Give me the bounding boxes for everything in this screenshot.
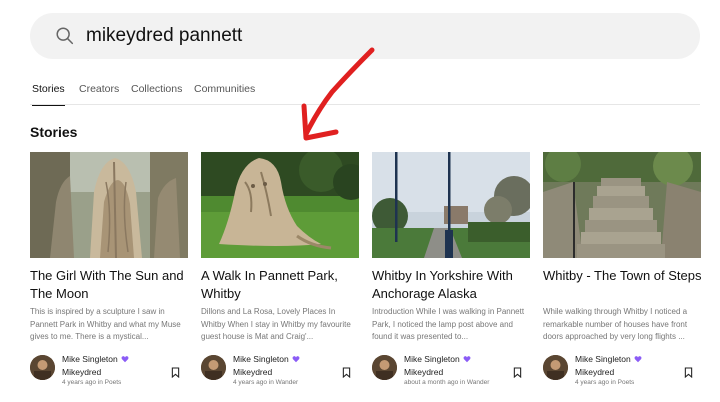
- park-path-lamp-post-image: [372, 152, 530, 258]
- story-excerpt: This is inspired by a sculpture I saw in…: [30, 307, 181, 342]
- heart-icon: [121, 356, 129, 363]
- story-card: Whitby - The Town of Steps While walking…: [543, 152, 701, 397]
- avatar[interactable]: [372, 355, 397, 380]
- story-meta: 4 years ago in Wander: [233, 379, 299, 386]
- search-tabs: Stories Creators Collections Communities: [30, 83, 700, 106]
- author-name[interactable]: Mike Singleton: [233, 354, 300, 364]
- story-title[interactable]: Whitby - The Town of Steps: [543, 267, 703, 285]
- avatar[interactable]: [543, 355, 568, 380]
- bookmark-icon[interactable]: [684, 367, 693, 378]
- tab-collections[interactable]: Collections: [131, 83, 182, 105]
- author-photo-image: [543, 355, 568, 380]
- author-row: Mike Singleton Mikeydred 4 years ago in …: [201, 353, 359, 389]
- story-title[interactable]: Whitby In Yorkshire With Anchorage Alask…: [372, 267, 532, 303]
- author-handle[interactable]: Mikeydred: [575, 367, 614, 377]
- story-meta: about a month ago in Wander: [404, 379, 490, 386]
- author-photo-image: [201, 355, 226, 380]
- search-icon: [56, 27, 74, 45]
- story-title[interactable]: The Girl With The Sun and The Moon: [30, 267, 190, 303]
- story-meta: 4 years ago in Poets: [575, 379, 635, 386]
- story-card: A Walk In Pannett Park, Whitby Dillons a…: [201, 152, 359, 397]
- story-thumbnail[interactable]: [30, 152, 188, 258]
- author-handle[interactable]: Mikeydred: [404, 367, 443, 377]
- avatar[interactable]: [201, 355, 226, 380]
- search-bar[interactable]: [30, 13, 700, 59]
- section-title: Stories: [30, 124, 78, 140]
- story-thumbnail[interactable]: [201, 152, 359, 258]
- author-name[interactable]: Mike Singleton: [404, 354, 471, 364]
- heart-icon: [292, 356, 300, 363]
- author-photo-image: [30, 355, 55, 380]
- author-row: Mike Singleton Mikeydred 4 years ago in …: [543, 353, 701, 389]
- story-meta: 4 years ago in Poets: [62, 379, 122, 386]
- story-excerpt: Dillons and La Rosa, Lovely Places In Wh…: [201, 307, 351, 342]
- author-photo-image: [372, 355, 397, 380]
- author-row: Mike Singleton Mikeydred about a month a…: [372, 353, 530, 389]
- wood-sculpture-image: [30, 152, 188, 258]
- story-card: The Girl With The Sun and The Moon This …: [30, 152, 188, 397]
- heart-icon: [634, 356, 642, 363]
- search-input[interactable]: [86, 22, 666, 50]
- avatar[interactable]: [30, 355, 55, 380]
- story-excerpt: Introduction While I was walking in Pann…: [372, 307, 525, 342]
- author-name[interactable]: Mike Singleton: [575, 354, 642, 364]
- bookmark-icon[interactable]: [171, 367, 180, 378]
- story-thumbnail[interactable]: [543, 152, 701, 258]
- author-handle[interactable]: Mikeydred: [62, 367, 101, 377]
- tab-creators[interactable]: Creators: [79, 83, 119, 105]
- author-handle[interactable]: Mikeydred: [233, 367, 272, 377]
- story-card: Whitby In Yorkshire With Anchorage Alask…: [372, 152, 530, 397]
- author-row: Mike Singleton Mikeydred 4 years ago in …: [30, 353, 188, 389]
- carved-tree-stump-image: [201, 152, 359, 258]
- story-excerpt: While walking through Whitby I noticed a…: [543, 307, 688, 342]
- author-name[interactable]: Mike Singleton: [62, 354, 129, 364]
- bookmark-icon[interactable]: [342, 367, 351, 378]
- heart-icon: [463, 356, 471, 363]
- story-thumbnail[interactable]: [372, 152, 530, 258]
- stone-steps-image: [543, 152, 701, 258]
- tab-communities[interactable]: Communities: [194, 83, 255, 105]
- story-title[interactable]: A Walk In Pannett Park, Whitby: [201, 267, 361, 303]
- bookmark-icon[interactable]: [513, 367, 522, 378]
- tab-stories[interactable]: Stories: [32, 83, 65, 106]
